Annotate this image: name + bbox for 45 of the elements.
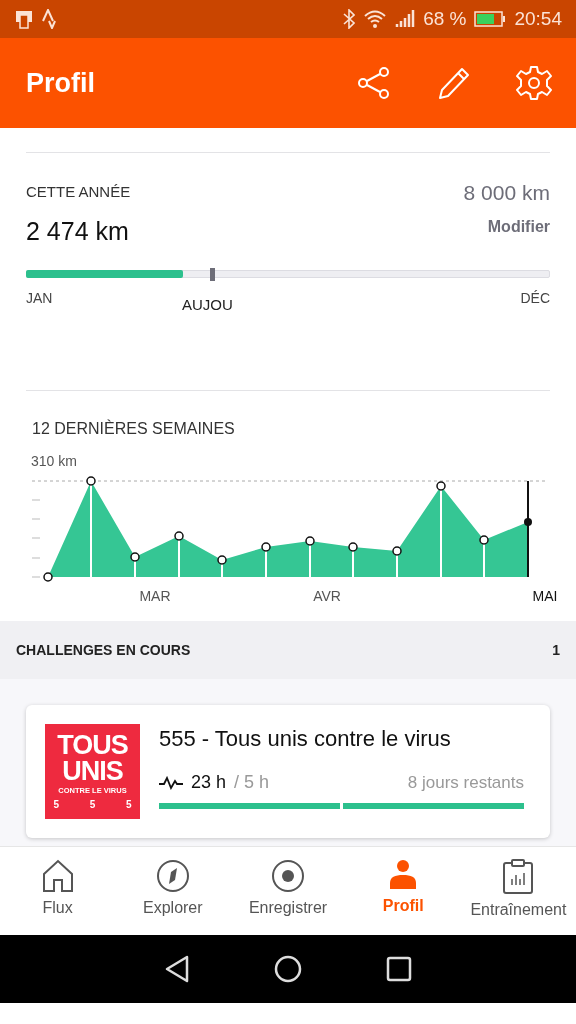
nav-tab[interactable]: Flux xyxy=(0,847,116,935)
battery-percent: 68 % xyxy=(423,8,467,30)
record-icon xyxy=(271,859,305,893)
pencil-icon[interactable] xyxy=(436,65,472,101)
data-point xyxy=(43,572,53,582)
today-label: AUJOU xyxy=(182,296,233,313)
section-title: CHALLENGES EN COURS xyxy=(16,642,191,658)
challenge-count: 1 xyxy=(552,642,560,658)
strava-icon xyxy=(42,9,56,29)
nav-tab[interactable]: Entraînement xyxy=(460,847,576,935)
section-title: 12 DERNIÈRES SEMAINES xyxy=(32,420,236,438)
clock: 20:54 xyxy=(514,8,562,30)
person-icon xyxy=(389,859,418,891)
month-label: MAI xyxy=(532,588,558,604)
share-icon[interactable] xyxy=(356,65,392,101)
section-title: CETTE ANNÉE xyxy=(26,183,131,200)
home-icon xyxy=(41,859,74,893)
month-label: DÉC xyxy=(520,290,550,306)
challenge-name: 555 - Tous unis contre le virus xyxy=(159,726,452,752)
page-title: Profil xyxy=(26,67,96,99)
notification-icon xyxy=(14,9,34,29)
back-icon[interactable] xyxy=(164,955,190,983)
activity-icon xyxy=(159,775,183,790)
year-goal: 8 000 km xyxy=(463,181,550,205)
month-label: JAN xyxy=(26,290,53,306)
bluetooth-icon xyxy=(343,9,356,29)
challenge-target: / 5 h xyxy=(234,772,270,793)
month-label: AVR xyxy=(313,588,341,604)
nav-tab[interactable]: Enregistrer xyxy=(230,847,346,935)
data-point xyxy=(524,518,532,526)
axis-max-label: 310 km xyxy=(31,453,77,469)
edit-link[interactable]: Modifier xyxy=(487,218,550,236)
nav-tab[interactable]: Explorer xyxy=(115,847,231,935)
year-distance: 2 474 km xyxy=(26,217,130,246)
days-remaining: 8 jours restants xyxy=(407,772,524,793)
settings-icon[interactable] xyxy=(516,65,552,101)
compass-icon xyxy=(155,859,190,893)
wifi-icon xyxy=(363,9,388,29)
clipboard-icon xyxy=(502,859,535,895)
challenge-done: 23 h xyxy=(191,772,227,793)
signal-icon xyxy=(395,9,416,29)
month-label: MAR xyxy=(139,588,171,604)
battery-icon xyxy=(474,10,507,28)
home-button-icon[interactable] xyxy=(274,955,302,983)
recents-icon[interactable] xyxy=(386,956,412,982)
